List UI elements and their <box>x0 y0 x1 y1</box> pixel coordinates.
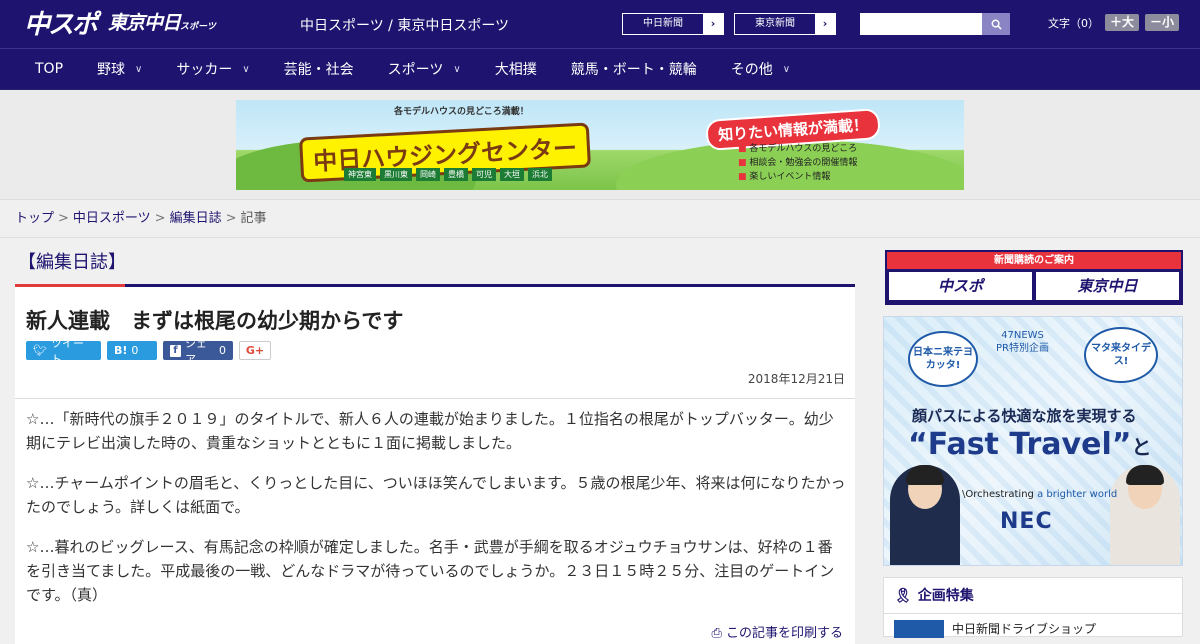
article: 新人連載 まずは根尾の幼少期からです 🐦︎ ツイート B! 0 f シェア 0 … <box>15 284 855 644</box>
section-title: 【編集日誌】 <box>18 252 126 273</box>
ad-feature-line: 相談会・勉強会の開催情報 <box>738 156 857 170</box>
chevron-right-icon: › <box>703 14 723 34</box>
feature-thumbnail <box>894 620 944 638</box>
ad-tag: 可児 <box>472 167 496 181</box>
ad-tag: 岡崎 <box>416 167 440 181</box>
nec-ad[interactable]: 日本ニ来テヨカッタ! マタ来タイデス! 47NEWS PR特別企画 顔パスによる快… <box>883 316 1183 566</box>
nav-item-racing[interactable]: 競馬・ボート・競輪 <box>571 59 697 79</box>
subscription-logo-chuspo: 中スポ <box>889 272 1032 300</box>
font-size-increase-button[interactable]: ＋大 <box>1105 14 1140 31</box>
tweet-button[interactable]: 🐦︎ ツイート <box>26 337 101 366</box>
breadcrumb: トップ > 中日スポーツ > 編集日誌 > 記事 <box>0 200 1200 238</box>
feature-item[interactable]: 中日新聞ドライブショップ <box>884 614 1182 644</box>
hatena-count: 0 <box>131 344 139 357</box>
feature-section: 🎗︎ 企画特集 中日新聞ドライブショップ <box>883 577 1183 638</box>
share-buttons: 🐦︎ ツイート B! 0 f シェア 0 G+ <box>26 337 271 366</box>
site-name: 中日スポーツ / 東京中日スポーツ <box>300 18 510 34</box>
font-size-control: 文字（0） ＋大 －小 <box>1048 14 1180 31</box>
nav-item-other[interactable]: その他 ∨ <box>731 59 790 79</box>
subscription-logo-tokyo-chunichi: 東京中日 <box>1036 272 1179 300</box>
ad-tag: 神宮東 <box>344 167 376 181</box>
twitter-bird-icon: 🐦︎ <box>33 344 47 357</box>
chunichi-shimbun-link[interactable]: 中日新聞 › <box>622 13 724 35</box>
font-size-label: 文字（0） <box>1048 16 1099 30</box>
ad-bubble-right: マタ来タイデス! <box>1084 327 1158 383</box>
logo-tokyo-chunichi: 東京中日スポーツ <box>108 12 216 34</box>
breadcrumb-link-editorial-diary[interactable]: 編集日誌 <box>170 211 222 226</box>
chevron-down-icon: ∨ <box>135 63 143 75</box>
search-button[interactable] <box>982 13 1010 35</box>
logo-chuspo: 中スポ <box>24 10 98 40</box>
article-headline: 新人連載 まずは根尾の幼少期からです <box>26 309 404 333</box>
breadcrumb-link-chunichi-sports[interactable]: 中日スポーツ <box>73 211 151 226</box>
ad-pr-label: 47NEWS PR特別企画 <box>996 330 1049 354</box>
ad-tagline: \Orchestrating a brighter world <box>962 489 1118 500</box>
printer-icon: ⎙ <box>711 626 722 641</box>
ad-person-right <box>1110 465 1180 565</box>
facebook-icon: f <box>170 344 181 357</box>
tokyo-shimbun-link[interactable]: 東京新聞 › <box>734 13 836 35</box>
banner-ad-area: 各モデルハウスの見どころ満載！ 中日ハウジングセンター 神宮東 黒川東 岡崎 豊… <box>0 90 1200 200</box>
google-plus-button[interactable]: G+ <box>239 341 271 360</box>
feature-title: 企画特集 <box>917 587 974 604</box>
article-paragraph: ☆…チャームポイントの眉毛と、くりっとした目に、ついほほ笑んでしまいます。５歳の… <box>26 474 846 516</box>
hatena-icon: B! <box>114 344 128 357</box>
nav-item-sports[interactable]: スポーツ ∨ <box>388 59 461 79</box>
article-body: ☆…「新時代の旗手２０１９」のタイトルで、新人６人の連載が始まりました。１位指名… <box>26 407 846 623</box>
ad-tag: 浜北 <box>528 167 552 181</box>
facebook-share-button[interactable]: f シェア 0 <box>163 337 233 366</box>
site-logo[interactable]: 中スポ 東京中日スポーツ <box>24 8 216 42</box>
housing-center-ad[interactable]: 各モデルハウスの見どころ満載！ 中日ハウジングセンター 神宮東 黒川東 岡崎 豊… <box>236 99 964 190</box>
ad-feature-list: 各モデルハウスの見どころ 相談会・勉強会の開催情報 楽しいイベント情報 <box>738 142 857 184</box>
nav-item-soccer[interactable]: サッカー ∨ <box>176 59 249 79</box>
header-bar: 中スポ 東京中日スポーツ 中日スポーツ / 東京中日スポーツ 中日新聞 › 東京… <box>0 0 1200 48</box>
article-date: 2018年12月21日 <box>747 372 845 386</box>
divider <box>15 398 855 399</box>
chevron-down-icon: ∨ <box>453 63 461 75</box>
chevron-down-icon: ∨ <box>782 63 791 75</box>
nav-item-sumo[interactable]: 大相撲 <box>495 59 537 79</box>
breadcrumb-current: 記事 <box>240 211 267 226</box>
ad-feature-line: 楽しいイベント情報 <box>738 170 857 184</box>
search-form <box>860 13 1010 35</box>
chevron-down-icon: ∨ <box>242 63 250 75</box>
ad-brand-logo: NEC <box>1000 509 1053 534</box>
breadcrumb-link-top[interactable]: トップ <box>15 211 54 226</box>
subscription-head: 新聞購読のご案内 <box>887 252 1181 269</box>
search-input[interactable] <box>860 13 982 35</box>
ad-person-left <box>890 465 960 565</box>
ad-bubble-left: 日本ニ来テヨカッタ! <box>908 331 978 387</box>
main-nav: TOP 野球 ∨ サッカー ∨ 芸能・社会 スポーツ ∨ 大相撲 競馬・ボート・競輪 … <box>0 48 1200 90</box>
ad-location-tags: 神宮東 黒川東 岡崎 豊橋 可児 大垣 浜北 <box>344 167 552 181</box>
nav-item-top[interactable]: TOP <box>35 61 63 77</box>
article-paragraph: ☆…暮れのビッグレース、有馬記念の枠順が確定しました。名手・武豊が手綱を取るオジ… <box>26 538 835 604</box>
nav-item-baseball[interactable]: 野球 ∨ <box>97 59 142 79</box>
ad-tag: 大垣 <box>500 167 524 181</box>
ad-tag: 豊橋 <box>444 167 468 181</box>
ad-tag: 黒川東 <box>380 167 412 181</box>
nav-item-entertainment[interactable]: 芸能・社会 <box>284 59 354 79</box>
search-icon <box>991 19 1002 30</box>
ad-feature-line: 各モデルハウスの見どころ <box>738 142 857 156</box>
font-size-decrease-button[interactable]: －小 <box>1145 14 1180 31</box>
print-article-link[interactable]: ⎙ この記事を印刷する <box>711 622 843 641</box>
article-accent-line <box>15 284 125 287</box>
ad-headline: 顔パスによる快適な旅を実現する <box>912 407 1137 425</box>
main-content: 【編集日誌】 新人連載 まずは根尾の幼少期からです 🐦︎ ツイート B! 0 f… <box>0 240 1200 644</box>
hatena-bookmark-button[interactable]: B! 0 <box>107 341 157 360</box>
facebook-count: 0 <box>219 344 226 357</box>
ad-top-note: 各モデルハウスの見どころ満載！ <box>394 106 529 117</box>
ribbon-icon: 🎗︎ <box>894 587 912 604</box>
chevron-right-icon: › <box>815 14 835 34</box>
article-paragraph: ☆…「新時代の旗手２０１９」のタイトルで、新人６人の連載が始まりました。１位指名… <box>26 410 834 452</box>
subscription-banner[interactable]: 新聞購読のご案内 中スポ 東京中日 <box>885 250 1183 305</box>
